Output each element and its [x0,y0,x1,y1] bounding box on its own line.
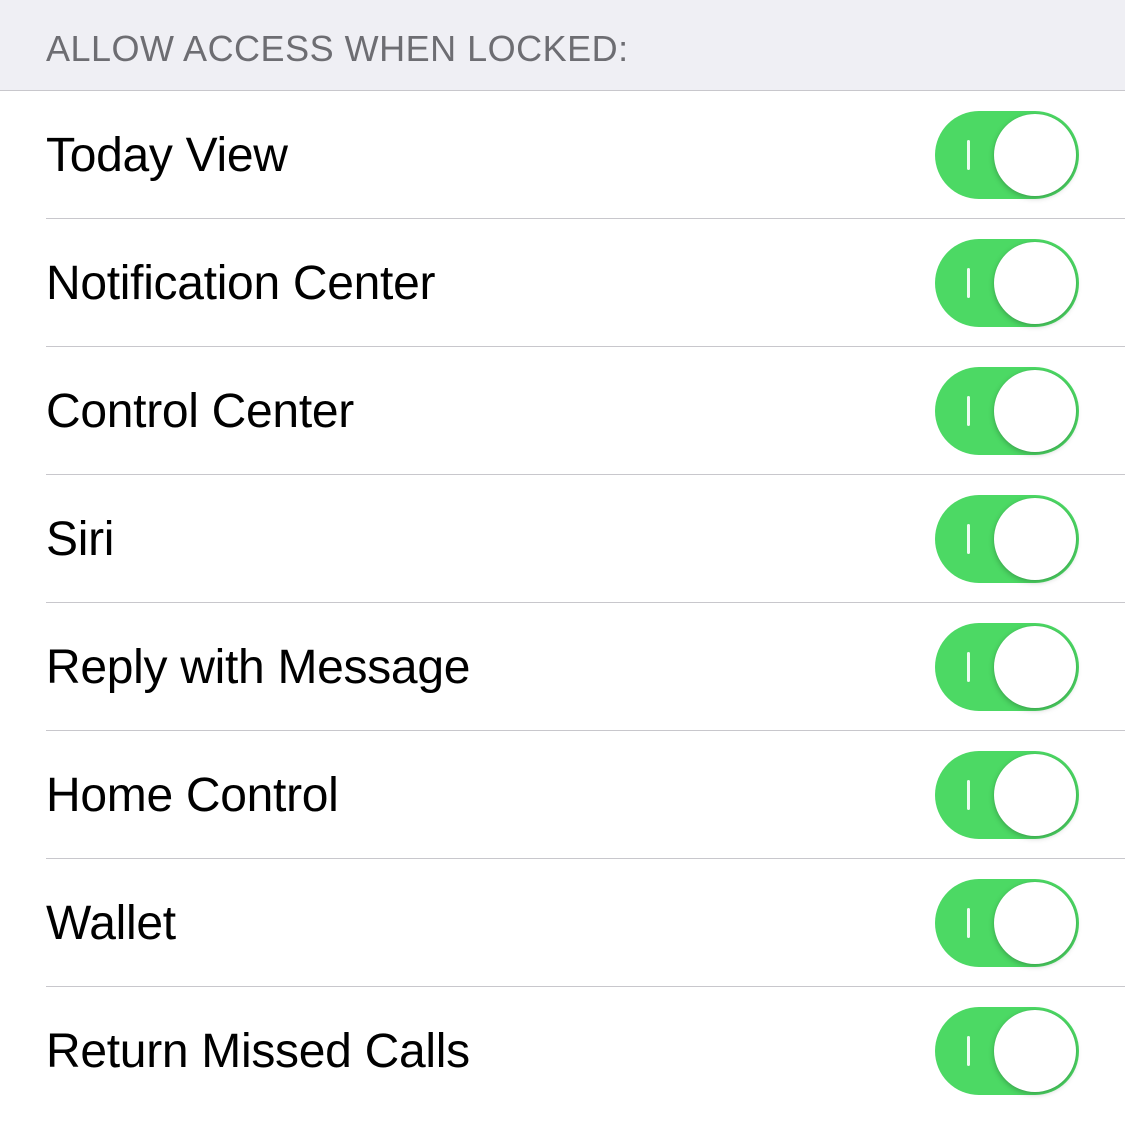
on-indicator-icon [967,652,970,682]
row-notification-center: Notification Center [0,219,1125,347]
row-label: Today View [46,128,288,183]
row-label: Wallet [46,896,176,951]
switch-knob [994,370,1076,452]
switch-knob [994,1010,1076,1092]
row-label: Home Control [46,768,339,823]
on-indicator-icon [967,140,970,170]
row-control-center: Control Center [0,347,1125,475]
on-indicator-icon [967,780,970,810]
row-return-missed-calls: Return Missed Calls [0,987,1125,1115]
on-indicator-icon [967,396,970,426]
on-indicator-icon [967,1036,970,1066]
row-label: Control Center [46,384,354,439]
switch-knob [994,882,1076,964]
switch-knob [994,498,1076,580]
row-siri: Siri [0,475,1125,603]
toggle-reply-with-message[interactable] [935,623,1079,711]
row-label: Siri [46,512,114,567]
toggle-notification-center[interactable] [935,239,1079,327]
switch-knob [994,114,1076,196]
row-label: Reply with Message [46,640,470,695]
toggle-control-center[interactable] [935,367,1079,455]
row-label: Return Missed Calls [46,1024,470,1079]
switch-knob [994,626,1076,708]
toggle-today-view[interactable] [935,111,1079,199]
row-label: Notification Center [46,256,435,311]
row-wallet: Wallet [0,859,1125,987]
on-indicator-icon [967,268,970,298]
toggle-home-control[interactable] [935,751,1079,839]
toggle-wallet[interactable] [935,879,1079,967]
on-indicator-icon [967,524,970,554]
row-reply-with-message: Reply with Message [0,603,1125,731]
row-today-view: Today View [0,91,1125,219]
on-indicator-icon [967,908,970,938]
toggle-siri[interactable] [935,495,1079,583]
switch-knob [994,242,1076,324]
settings-list: Today View Notification Center Control C… [0,91,1125,1115]
section-header: ALLOW ACCESS WHEN LOCKED: [0,0,1125,91]
row-home-control: Home Control [0,731,1125,859]
section-header-text: ALLOW ACCESS WHEN LOCKED: [46,28,1079,70]
switch-knob [994,754,1076,836]
toggle-return-missed-calls[interactable] [935,1007,1079,1095]
